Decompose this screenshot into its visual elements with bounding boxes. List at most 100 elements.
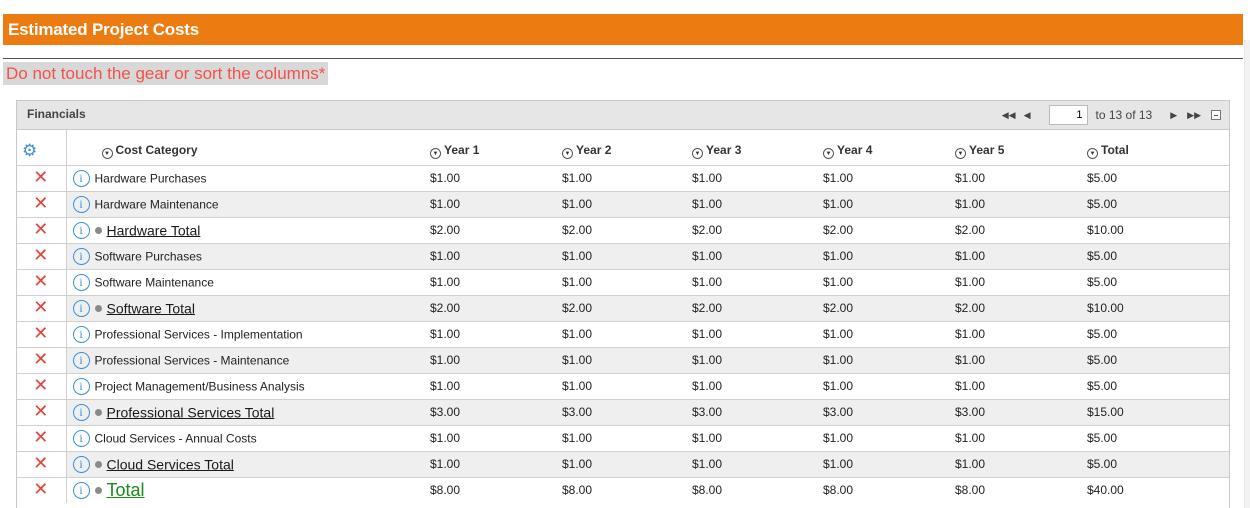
subtotal-link[interactable]: Software Total — [107, 300, 195, 316]
financials-panel: Financials ◀◀ ◀ to 13 of 13 ▶ ▶▶ ⚙ — [16, 100, 1230, 508]
sort-icon[interactable]: ▼ — [692, 148, 703, 160]
grand-total-link[interactable]: Total — [107, 480, 145, 500]
sort-icon[interactable]: ▼ — [562, 148, 573, 160]
info-icon[interactable]: i — [72, 195, 90, 213]
filler-cell — [1157, 476, 1229, 503]
column-header-year-5[interactable]: ▼ Year 5 — [954, 130, 1086, 165]
close-x-icon[interactable]: ✕ — [33, 453, 48, 474]
info-icon[interactable]: i — [72, 169, 90, 187]
year-3-value-cell: $1.00 — [691, 346, 822, 373]
delete-cell: ✕ — [17, 476, 67, 503]
column-header-year-4[interactable]: ▼ Year 4 — [822, 130, 954, 165]
subtotal-link[interactable]: Hardware Total — [107, 222, 201, 238]
info-icon[interactable]: i — [72, 403, 90, 421]
cost-category-cell: i Professional Services - Implementation — [66, 320, 429, 347]
info-icon[interactable]: i — [72, 247, 90, 265]
filler-cell — [1157, 450, 1229, 477]
info-icon[interactable]: i — [72, 377, 90, 395]
year-1-value-cell: $1.00 — [429, 190, 561, 217]
column-header-label: Total — [1101, 143, 1129, 158]
page-title: Estimated Project Costs — [3, 14, 1243, 45]
close-x-icon[interactable]: ✕ — [33, 401, 48, 422]
financials-table: ⚙ ▼ Cost Category ▼ Year 1 ▼ Year 2 ▼ Year 3… — [17, 130, 1229, 503]
panel-header: Financials ◀◀ ◀ to 13 of 13 ▶ ▶▶ — [17, 101, 1229, 130]
filler-cell — [1157, 372, 1229, 399]
year-4-value-cell: $2.00 — [822, 216, 954, 243]
info-icon[interactable]: i — [72, 351, 90, 369]
year-5-value-cell: $1.00 — [954, 346, 1086, 373]
cost-category-cell: i Cloud Services - Annual Costs — [66, 424, 429, 451]
total-value-cell: $5.00 — [1086, 190, 1158, 217]
year-2-value-cell: $1.00 — [561, 190, 691, 217]
info-icon[interactable]: i — [72, 273, 90, 291]
info-icon[interactable]: i — [72, 299, 90, 317]
year-1-value-cell: $2.00 — [429, 294, 561, 321]
column-header-total[interactable]: ▼ Total — [1086, 130, 1158, 165]
last-page-icon[interactable]: ▶▶ — [1185, 110, 1203, 121]
year-2-value-cell: $1.00 — [561, 320, 691, 347]
collapse-panel-icon[interactable] — [1211, 110, 1221, 120]
year-2-value-cell: $1.00 — [561, 372, 691, 399]
delete-cell: ✕ — [17, 450, 67, 477]
sort-icon[interactable]: ▼ — [101, 148, 113, 160]
close-x-icon[interactable]: ✕ — [33, 479, 48, 500]
cost-category-cell: i Hardware Total — [66, 216, 429, 243]
close-x-icon[interactable]: ✕ — [33, 427, 48, 448]
close-x-icon[interactable]: ✕ — [33, 349, 48, 370]
sort-icon[interactable]: ▼ — [823, 148, 834, 160]
next-page-icon[interactable]: ▶ — [1168, 110, 1179, 121]
close-x-icon[interactable]: ✕ — [33, 219, 48, 240]
column-header-year-1[interactable]: ▼ Year 1 — [429, 130, 561, 165]
close-x-icon[interactable]: ✕ — [33, 167, 48, 188]
column-header-year-2[interactable]: ▼ Year 2 — [561, 130, 691, 165]
year-2-value-cell: $8.00 — [561, 476, 691, 503]
total-value-cell: $5.00 — [1086, 424, 1158, 451]
total-value-cell: $5.00 — [1086, 164, 1158, 191]
prev-page-icon[interactable]: ◀ — [1022, 110, 1033, 121]
bullet-dot-icon — [94, 408, 102, 416]
info-icon[interactable]: i — [72, 325, 90, 343]
year-3-value-cell: $3.00 — [691, 398, 822, 425]
close-x-icon[interactable]: ✕ — [33, 375, 48, 396]
total-value-cell: $5.00 — [1086, 320, 1158, 347]
cost-category-cell: i Hardware Purchases — [66, 164, 429, 191]
first-page-icon[interactable]: ◀◀ — [1000, 110, 1018, 121]
year-3-value-cell: $2.00 — [691, 294, 822, 321]
close-x-icon[interactable]: ✕ — [33, 245, 48, 266]
cost-category-cell: i Cloud Services Total — [66, 450, 429, 477]
info-icon[interactable]: i — [72, 429, 90, 447]
cost-category-cell: i Software Maintenance — [66, 268, 429, 295]
total-value-cell: $5.00 — [1086, 450, 1158, 477]
sort-icon[interactable]: ▼ — [1087, 148, 1098, 160]
info-icon[interactable]: i — [72, 221, 90, 239]
table-row: ✕ i Project Management/Business Analysis $1… — [17, 372, 1229, 399]
close-x-icon[interactable]: ✕ — [33, 297, 48, 318]
page-number-input[interactable] — [1048, 105, 1088, 125]
cost-category-label: Cloud Services - Annual Costs — [94, 431, 257, 445]
subtotal-link[interactable]: Cloud Services Total — [107, 456, 234, 472]
year-3-value-cell: $1.00 — [691, 424, 822, 451]
cost-category-cell: i Hardware Maintenance — [66, 190, 429, 217]
year-5-value-cell: $1.00 — [954, 190, 1086, 217]
info-icon[interactable]: i — [72, 481, 90, 499]
column-header-cost-category[interactable]: ▼ Cost Category — [66, 130, 429, 165]
table-row: ✕ i Total $8.00 $8.00 $8.00 $8.00 $8.00 $40.00 — [17, 476, 1229, 503]
pager: ◀◀ ◀ to 13 of 13 ▶ ▶▶ — [1000, 104, 1221, 126]
page-scrollbar[interactable] — [1244, 40, 1250, 508]
info-icon[interactable]: i — [72, 455, 90, 473]
year-5-value-cell: $1.00 — [954, 450, 1086, 477]
sort-icon[interactable]: ▼ — [955, 148, 966, 160]
year-5-value-cell: $1.00 — [954, 164, 1086, 191]
gear-icon[interactable]: ⚙ — [18, 141, 37, 161]
column-header-year-3[interactable]: ▼ Year 3 — [691, 130, 822, 165]
subtotal-link[interactable]: Professional Services Total — [107, 404, 275, 420]
close-x-icon[interactable]: ✕ — [33, 193, 48, 214]
close-x-icon[interactable]: ✕ — [33, 271, 48, 292]
table-row: ✕ i Software Total $2.00 $2.00 $2.00 $2.00 $2.0… — [17, 294, 1229, 321]
close-x-icon[interactable]: ✕ — [33, 323, 48, 344]
cost-category-cell: i Professional Services - Maintenance — [66, 346, 429, 373]
cost-category-cell: i Software Purchases — [66, 242, 429, 269]
year-3-value-cell: $1.00 — [691, 164, 822, 191]
delete-cell: ✕ — [17, 346, 67, 373]
sort-icon[interactable]: ▼ — [430, 148, 441, 160]
